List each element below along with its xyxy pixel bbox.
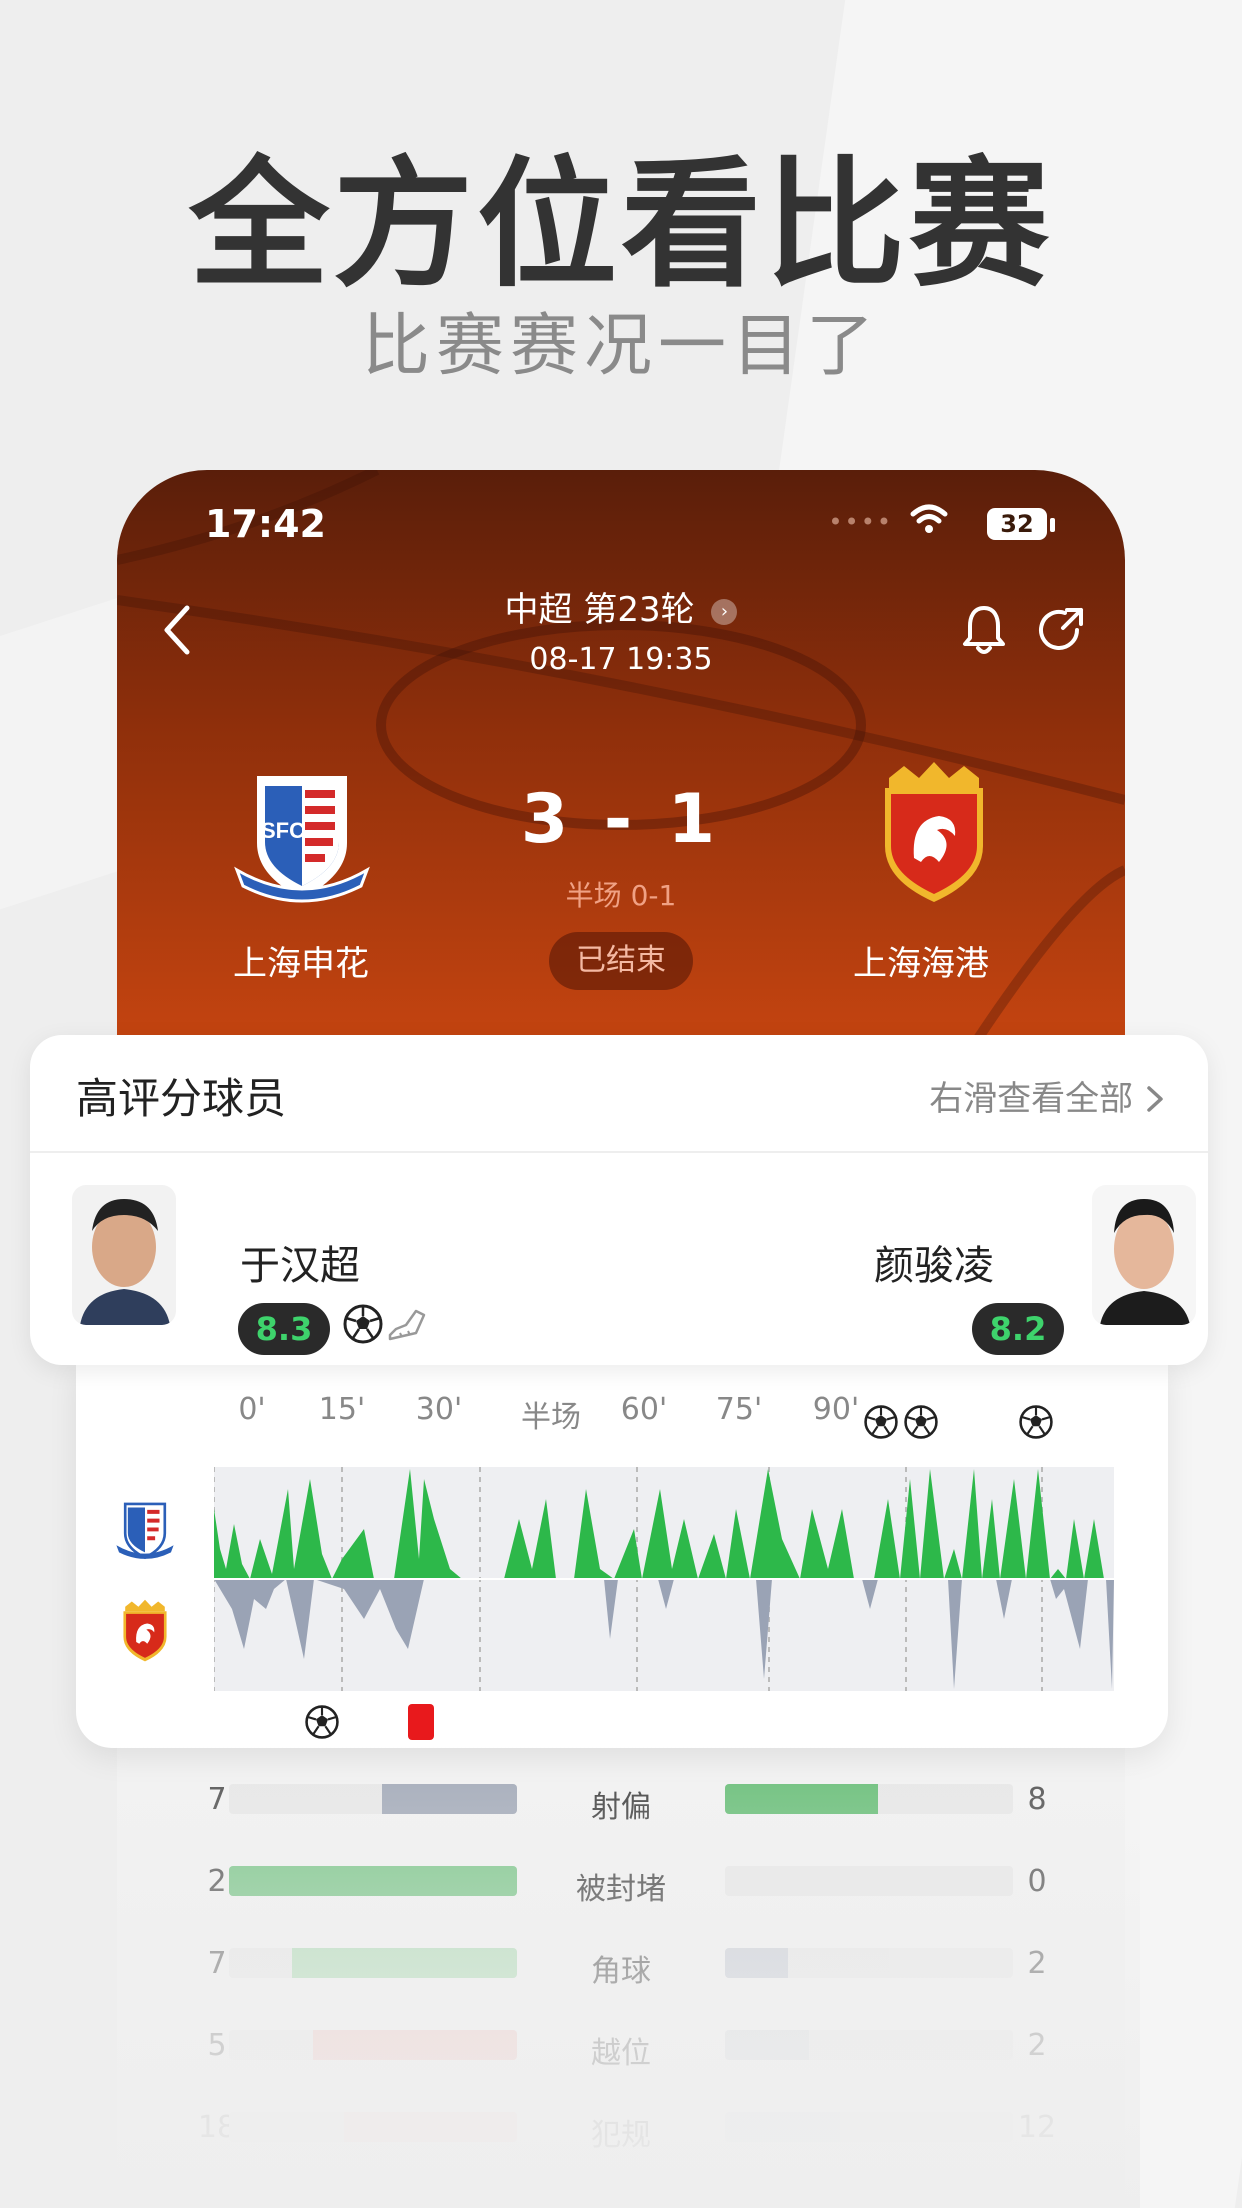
stat-home-bar-fill — [312, 2030, 517, 2060]
home-goal-icon — [863, 1404, 899, 1440]
stat-home-bar-fill — [229, 1866, 517, 1896]
momentum-card: 0' 15' 30' 半场 60' 75' 90' — [76, 1362, 1168, 1748]
stat-away-bar-fill — [725, 1784, 878, 1814]
stat-label: 被封堵 — [576, 1872, 666, 1907]
away-player-name: 颜骏凌 — [874, 1243, 994, 1289]
momentum-axis-label: 90' — [812, 1392, 860, 1427]
status-bar: 17:42 •••• 32 — [205, 502, 1065, 562]
momentum-axis-label: 30' — [415, 1392, 463, 1427]
stat-away-bar — [725, 1866, 1013, 1896]
stat-away-bar — [725, 2030, 1013, 2060]
home-player-rating: 8.3 — [238, 1303, 330, 1355]
battery-indicator: 32 — [987, 508, 1047, 540]
momentum-axis-label: 75' — [715, 1392, 763, 1427]
stat-label: 角球 — [591, 1954, 651, 1989]
stat-away-value: 0 — [1027, 1864, 1047, 1899]
stat-away-value: 8 — [1027, 1782, 1047, 1817]
momentum-axis-label: 60' — [620, 1392, 668, 1427]
stat-home-bar — [229, 1866, 517, 1896]
match-datetime: 08-17 19:35 — [529, 642, 713, 677]
stat-home-bar — [229, 2112, 517, 2142]
chevron-right-icon — [1147, 1086, 1163, 1112]
divider — [30, 1151, 1208, 1153]
stat-label: 越位 — [591, 2036, 651, 2071]
momentum-axis-label: 0' — [238, 1392, 266, 1427]
home-player-name: 于汉超 — [240, 1243, 360, 1289]
stat-home-bar — [229, 1784, 517, 1814]
stat-row: 2 被封堵 0 — [117, 1858, 1125, 1908]
stat-label: 犯规 — [591, 2118, 651, 2153]
stat-away-value: 2 — [1027, 2028, 1047, 2063]
stat-row: 7 射偏 8 — [117, 1776, 1125, 1826]
shenhua-crest-icon — [116, 1502, 174, 1560]
promo-subheadline: 比赛赛况一目了 — [361, 307, 880, 386]
momentum-chart — [214, 1467, 1114, 1691]
football-icon — [343, 1304, 383, 1344]
stat-away-bar — [725, 2112, 1013, 2142]
battery-tip — [1050, 518, 1055, 532]
stat-row: 7 角球 2 — [117, 1940, 1125, 1990]
stat-away-bar — [725, 1784, 1013, 1814]
stat-away-bar-fill — [725, 2030, 809, 2060]
match-status-badge: 已结束 — [549, 932, 693, 990]
see-all-label: 右滑查看全部 — [929, 1079, 1134, 1119]
stat-away-value: 2 — [1027, 1946, 1047, 1981]
player-avatar — [1092, 1185, 1196, 1325]
home-goal-icon — [903, 1404, 939, 1440]
stat-away-bar — [725, 1948, 1013, 1978]
port-crest-icon — [123, 1599, 167, 1662]
stat-row: 18 犯规 12 — [117, 2104, 1125, 2154]
away-player-rating: 8.2 — [972, 1303, 1064, 1355]
see-all-link[interactable]: 右滑查看全部 — [929, 1071, 1166, 1120]
league-round-label: 中超 第23轮 — [504, 590, 695, 630]
boot-icon — [388, 1309, 426, 1341]
player-avatar — [72, 1185, 176, 1325]
stat-home-bar-fill — [381, 1784, 517, 1814]
stat-away-bar-fill — [725, 2112, 841, 2142]
momentum-axis-label: 半场 — [521, 1400, 581, 1435]
stat-home-bar — [229, 1948, 517, 1978]
stat-home-bar-fill — [344, 2112, 517, 2142]
stat-home-bar — [229, 2030, 517, 2060]
red-card-icon — [408, 1704, 434, 1740]
match-header: 17:42 •••• 32 中超 第23轮 › 08-17 19:35 SFC … — [117, 470, 1125, 1040]
chevron-right-icon: › — [711, 598, 738, 625]
promo-headline: 全方位看比赛 — [188, 144, 1053, 307]
away-team-name[interactable]: 上海海港 — [791, 936, 1051, 985]
stat-label: 射偏 — [591, 1790, 651, 1825]
momentum-axis-label: 15' — [318, 1392, 366, 1427]
stat-away-value: 12 — [1017, 2110, 1057, 2145]
status-time: 17:42 — [205, 502, 326, 546]
card-title: 高评分球员 — [76, 1074, 287, 1123]
league-round-link[interactable]: 中超 第23轮 › — [117, 582, 1125, 631]
home-goal-icon — [1018, 1404, 1054, 1440]
stat-home-bar-fill — [292, 1948, 517, 1978]
port-crest-icon — [885, 762, 983, 902]
stat-row: 5 越位 2 — [117, 2022, 1125, 2072]
wifi-icon — [910, 504, 948, 533]
away-goal-icon — [304, 1704, 340, 1740]
stat-away-bar-fill — [725, 1948, 789, 1978]
signal-dots-icon: •••• — [828, 508, 893, 536]
top-rated-players-card[interactable]: 高评分球员 右滑查看全部 于汉超 8.3 颜骏凌 8.2 — [30, 1035, 1208, 1365]
home-team-name[interactable]: 上海申花 — [171, 936, 431, 985]
